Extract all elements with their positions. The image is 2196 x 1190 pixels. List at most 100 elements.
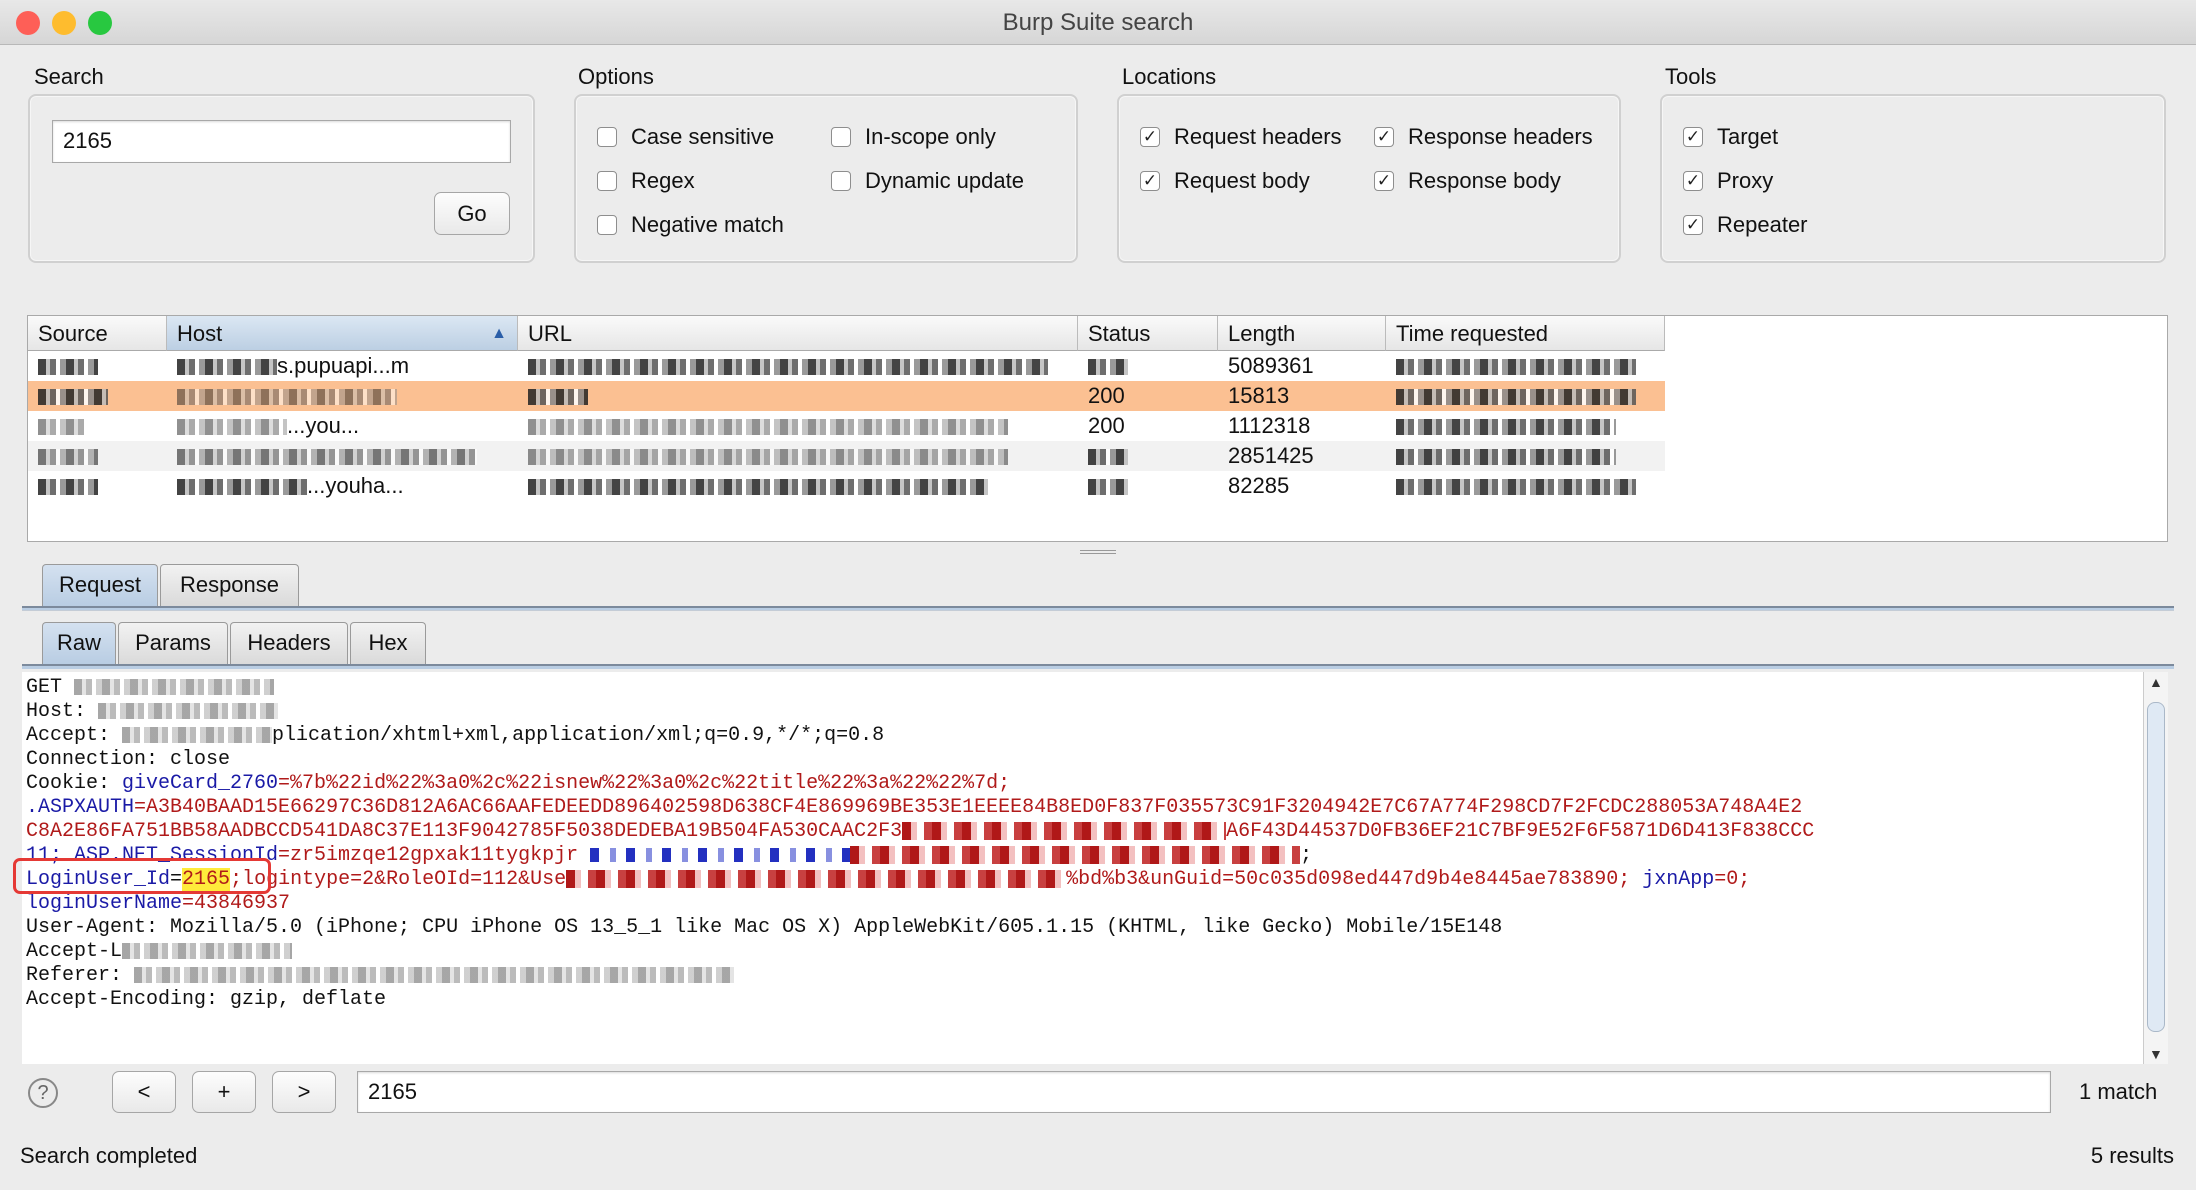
- proxy-checkbox[interactable]: ✓ Proxy: [1683, 168, 1773, 194]
- column-header-length[interactable]: Length: [1218, 316, 1386, 351]
- case-sensitive-checkbox[interactable]: Case sensitive: [597, 124, 774, 150]
- redacted: [1396, 389, 1636, 406]
- scroll-up-icon[interactable]: ▲: [2149, 674, 2163, 690]
- checkbox-box[interactable]: [831, 127, 851, 147]
- column-header-source[interactable]: Source: [28, 316, 167, 351]
- checkmark-icon[interactable]: ✓: [1683, 171, 1703, 191]
- checkmark-icon[interactable]: ✓: [1374, 127, 1394, 147]
- table-row-selected[interactable]: 200 15813: [28, 381, 1665, 411]
- repeater-checkbox[interactable]: ✓ Repeater: [1683, 212, 1808, 238]
- cookie-key: giveCard_2760: [122, 772, 279, 795]
- host-cell: ...youha...: [307, 473, 404, 498]
- redacted: [177, 479, 307, 496]
- redacted: [177, 449, 477, 466]
- regex-checkbox[interactable]: Regex: [597, 168, 695, 194]
- cookie-value: =43846937: [182, 892, 291, 915]
- help-icon[interactable]: ?: [28, 1078, 58, 1108]
- go-button[interactable]: Go: [434, 192, 510, 235]
- checkbox-label: Request body: [1174, 168, 1310, 193]
- cookie-key: jxnApp: [1630, 868, 1715, 891]
- checkbox-box[interactable]: [597, 127, 617, 147]
- tab-params[interactable]: Params: [118, 622, 228, 664]
- redacted: [38, 449, 98, 466]
- tab-request[interactable]: Request: [42, 564, 158, 606]
- table-row[interactable]: s.pupuapi...m 5089361: [28, 351, 1665, 381]
- checkmark-icon[interactable]: ✓: [1683, 127, 1703, 147]
- column-header-status[interactable]: Status: [1078, 316, 1218, 351]
- tab-raw[interactable]: Raw: [42, 622, 116, 664]
- line: plication/xhtml+xml,application/xml;q=0.…: [272, 724, 885, 747]
- redacted: [74, 678, 275, 695]
- checkbox-label: Dynamic update: [865, 168, 1024, 193]
- tools-group-label: Tools: [1665, 64, 1717, 89]
- column-header-url[interactable]: URL: [518, 316, 1078, 351]
- column-header-time[interactable]: Time requested: [1386, 316, 1665, 351]
- line: Accept:: [26, 724, 111, 747]
- tab-hex[interactable]: Hex: [350, 622, 426, 664]
- checkmark-icon[interactable]: ✓: [1140, 171, 1160, 191]
- redacted: [38, 359, 98, 376]
- request-headers-checkbox[interactable]: ✓ Request headers: [1140, 124, 1342, 150]
- table-row[interactable]: ...you... 200 1112318: [28, 411, 1665, 441]
- checkbox-box[interactable]: [831, 171, 851, 191]
- in-scope-only-checkbox[interactable]: In-scope only: [831, 124, 996, 150]
- line: Host:: [26, 700, 87, 723]
- split-pane-handle[interactable]: [1080, 550, 1116, 554]
- status-cell: 200: [1088, 413, 1125, 438]
- redacted: [902, 821, 1227, 840]
- search-input[interactable]: 2165: [52, 120, 511, 163]
- request-editor[interactable]: GET Host: Accept: plication/xhtml+xml,ap…: [22, 672, 2143, 1064]
- cookie-value: =0;: [1714, 868, 1751, 891]
- redacted: [122, 942, 293, 959]
- redacted: [1396, 479, 1636, 496]
- previous-match-button[interactable]: <: [112, 1071, 176, 1113]
- checkbox-box[interactable]: [597, 215, 617, 235]
- redacted: [528, 389, 588, 406]
- redacted: [177, 389, 397, 406]
- cookie-key: loginUserName: [26, 892, 183, 915]
- dynamic-update-checkbox[interactable]: Dynamic update: [831, 168, 1024, 194]
- target-checkbox[interactable]: ✓ Target: [1683, 124, 1778, 150]
- length-cell: 1112318: [1228, 413, 1311, 438]
- scrollbar-thumb[interactable]: [2147, 702, 2165, 1032]
- find-input[interactable]: 2165: [357, 1071, 2051, 1113]
- table-row[interactable]: ...youha... 82285: [28, 471, 1665, 501]
- add-button[interactable]: +: [192, 1071, 256, 1113]
- column-header-host[interactable]: Host ▲: [167, 316, 518, 351]
- checkbox-label: Target: [1717, 124, 1779, 149]
- tab-headers[interactable]: Headers: [230, 622, 348, 664]
- status-text: Search completed: [20, 1143, 198, 1168]
- response-headers-checkbox[interactable]: ✓ Response headers: [1374, 124, 1593, 150]
- sort-ascending-icon: ▲: [491, 325, 507, 342]
- redacted: [38, 389, 108, 406]
- redacted: [528, 419, 1008, 436]
- checkmark-icon[interactable]: ✓: [1374, 171, 1394, 191]
- minimize-button[interactable]: [52, 11, 76, 35]
- line: Connection: close: [26, 748, 231, 771]
- line: Referer:: [26, 964, 123, 987]
- response-body-checkbox[interactable]: ✓ Response body: [1374, 168, 1561, 194]
- redacted: [528, 449, 1008, 466]
- table-row[interactable]: 2851425: [28, 441, 1665, 471]
- request-body-checkbox[interactable]: ✓ Request body: [1140, 168, 1310, 194]
- checkbox-label: Response headers: [1408, 124, 1593, 149]
- zoom-button[interactable]: [88, 11, 112, 35]
- checkbox-label: In-scope only: [865, 124, 996, 149]
- editor-scrollbar[interactable]: ▲ ▼: [2143, 672, 2168, 1064]
- checkbox-box[interactable]: [597, 171, 617, 191]
- close-button[interactable]: [16, 11, 40, 35]
- negative-match-checkbox[interactable]: Negative match: [597, 212, 784, 238]
- window-title: Burp Suite search: [1002, 9, 1194, 36]
- checkbox-label: Request headers: [1174, 124, 1342, 149]
- cookie-value: =A3B40BAAD15E66297C36D812A6AC66AAFEDEEDD…: [134, 796, 1803, 819]
- checkmark-icon[interactable]: ✓: [1683, 215, 1703, 235]
- checkbox-label: Negative match: [631, 212, 784, 237]
- results-count: 5 results: [2090, 1143, 2174, 1168]
- tab-response[interactable]: Response: [160, 564, 299, 606]
- redacted: [1396, 359, 1636, 376]
- checkmark-icon[interactable]: ✓: [1140, 127, 1160, 147]
- next-match-button[interactable]: >: [272, 1071, 336, 1113]
- scroll-down-icon[interactable]: ▼: [2149, 1046, 2163, 1062]
- host-cell: s.pupuapi...m: [277, 353, 410, 378]
- cookie-value: C8A2E86FA751BB58AADBCCD541DA8C37E113F904…: [26, 820, 903, 843]
